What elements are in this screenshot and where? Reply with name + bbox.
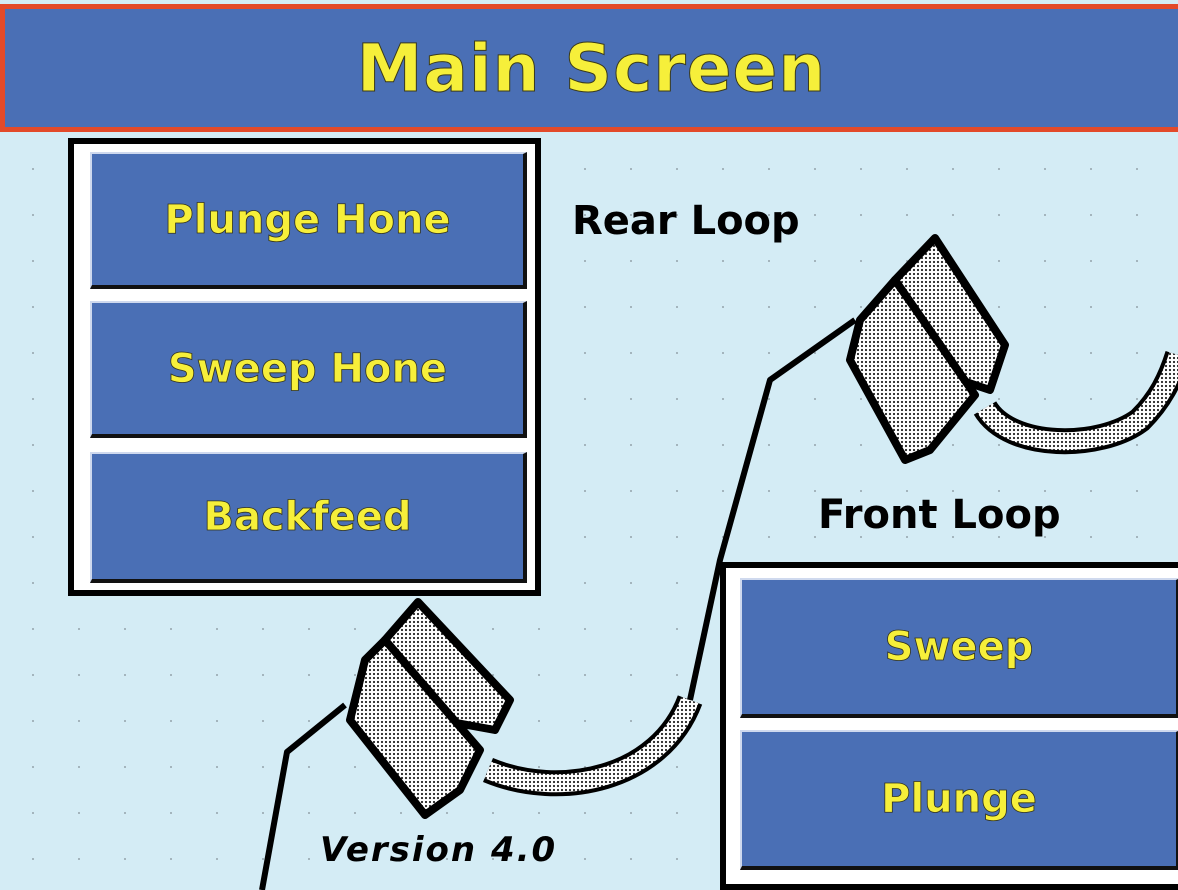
front-loop-label: Front Loop (818, 492, 1061, 538)
version-label: Version 4.0 (320, 830, 558, 870)
front-loop-panel: Sweep Plunge (720, 562, 1178, 890)
page-title: Main Screen (356, 29, 827, 107)
rear-loop-panel: Plunge Hone Sweep Hone Backfeed (68, 138, 541, 596)
front-loop-hone-block (846, 234, 1009, 464)
sweep-button[interactable]: Sweep (740, 578, 1178, 718)
rear-loop-label: Rear Loop (572, 198, 800, 244)
plunge-button[interactable]: Plunge (740, 730, 1178, 870)
sweep-hone-button[interactable]: Sweep Hone (90, 301, 527, 438)
plunge-hone-button[interactable]: Plunge Hone (90, 152, 527, 289)
header-bar: Main Screen (0, 4, 1178, 132)
backfeed-button[interactable]: Backfeed (90, 452, 527, 583)
